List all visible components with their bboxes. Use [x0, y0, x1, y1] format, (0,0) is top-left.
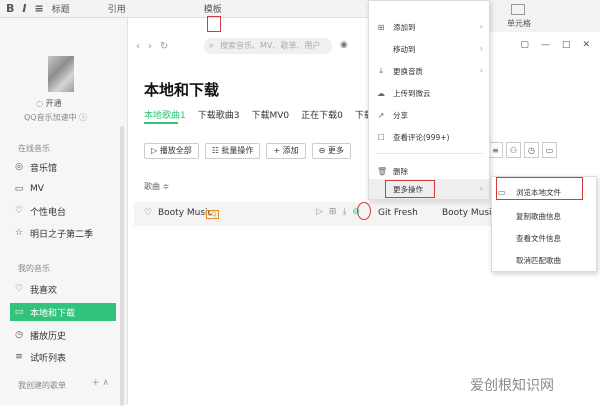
menu-item-move-to[interactable]: 移动到 ›: [369, 39, 489, 59]
play-all-button[interactable]: ▷ 播放全部: [144, 143, 199, 159]
sidebar: ◌ 开通 QQ音乐加速中 ⓘ 在线音乐 ◎ 音乐馆 ▭ MV ♡ 个性电台 ☆ 明日之子…: [0, 18, 128, 406]
cell-style-label[interactable]: 单元格: [507, 18, 531, 29]
tab-local-songs[interactable]: 本地歌曲1: [144, 108, 186, 121]
tab-downloaded-mv[interactable]: 下载MV0: [251, 108, 289, 121]
sidebar-item-music-hall[interactable]: ◎ 音乐馆: [14, 158, 114, 176]
add-button[interactable]: + 添加: [266, 143, 306, 159]
singer-view-icon[interactable]: ⚇: [506, 142, 521, 158]
minimize-icon[interactable]: —: [541, 40, 550, 50]
add-to-icon[interactable]: ⊞: [329, 207, 337, 217]
context-menu: ⊞ 添加到 › 移动到 › ⤓ 更换音质 › ☁ 上传到微云 ↗ 分享 ☐ 查看评论(999+)…: [368, 0, 490, 200]
menu-item-delete[interactable]: 🗑 删除: [369, 161, 489, 181]
music-hall-icon: ◎: [15, 162, 23, 172]
monitor-icon: ▭: [14, 307, 24, 317]
table-row[interactable]: ♡ Booty Music SQ ▷ ⊞ ⤓ ⊖ Git Fresh Booty…: [134, 202, 504, 226]
search-input[interactable]: ⌕ 搜索音乐、MV、歌单、用户: [204, 38, 332, 54]
ribbon-right-panel: 单元格: [488, 0, 600, 32]
song-title[interactable]: Booty Music: [158, 208, 213, 218]
star-icon: ☆: [14, 228, 24, 238]
trash-icon: 🗑: [377, 166, 388, 176]
tab-downloaded-songs[interactable]: 下载歌曲3: [198, 108, 240, 121]
title-style-label[interactable]: 标题: [52, 2, 70, 15]
maximize-icon[interactable]: □: [562, 40, 571, 50]
back-icon[interactable]: ‹: [136, 41, 140, 52]
section-online-music: 在线音乐: [18, 144, 50, 153]
tab-downloading[interactable]: 正在下载0: [301, 108, 343, 121]
submenu-item-file-info[interactable]: 查看文件信息: [492, 227, 596, 249]
heart-icon: ♡: [14, 284, 24, 294]
highlight-box-more-ops: [385, 180, 435, 198]
menu-item-change-quality[interactable]: ⤓ 更换音质 ›: [369, 61, 489, 81]
vip-speed-status[interactable]: QQ音乐加速中 ⓘ: [24, 112, 87, 123]
avatar[interactable]: [48, 56, 74, 92]
cloud-icon: ☁: [377, 88, 385, 98]
menu-divider: [377, 153, 483, 154]
mv-icon: ▭: [14, 184, 24, 194]
song-artist[interactable]: Git Fresh: [378, 208, 418, 218]
quality-badge: SQ: [206, 210, 219, 219]
forward-icon[interactable]: ›: [148, 41, 152, 52]
search-icon: ⌕: [209, 41, 214, 50]
highlight-box-toolbar: [207, 16, 221, 32]
view-toggle: ≡ ⚇ ◷ ▭: [488, 142, 557, 158]
tab-bar: 本地歌曲1 下载歌曲3 下载MV0 正在下载0 下载历: [144, 108, 382, 121]
watermark: 爱创根知识网: [470, 378, 554, 394]
list-icon: ≡: [15, 352, 23, 362]
heart-icon[interactable]: ♡: [144, 208, 152, 218]
cell-style-icon: [511, 4, 525, 15]
align-button[interactable]: ≡: [34, 2, 43, 15]
radio-icon: ♡: [14, 206, 24, 216]
sidebar-item-mv[interactable]: ▭ MV: [14, 180, 114, 198]
more-button[interactable]: ⊖ 更多: [311, 143, 351, 159]
add-to-icon: ⊞: [377, 22, 385, 32]
listen-recognize-icon[interactable]: ◉: [340, 40, 348, 50]
tab-underline: [144, 122, 178, 124]
open-vip-link[interactable]: ◌ 开通: [36, 98, 62, 109]
section-created-playlists: 我创建的歌单: [18, 381, 66, 390]
list-view-icon[interactable]: ≡: [488, 142, 503, 158]
column-header-song[interactable]: 歌曲 ≑: [144, 181, 169, 192]
section-my-music: 我的音乐: [18, 264, 50, 273]
window-controls: ▢ — □ ✕: [520, 40, 590, 50]
download-icon[interactable]: ⤓: [342, 207, 346, 217]
menu-item-share[interactable]: ↗ 分享: [369, 105, 489, 125]
italic-button[interactable]: I: [22, 2, 26, 15]
comment-icon: ☐: [377, 132, 385, 142]
page-title: 本地和下载: [144, 81, 220, 99]
menu-item-add-to[interactable]: ⊞ 添加到 ›: [369, 17, 489, 37]
sidebar-item-local-downloads[interactable]: ▭ 本地和下载: [10, 303, 116, 321]
sidebar-item-listen-list[interactable]: ≡ 试听列表: [14, 348, 114, 366]
menu-item-view-comments[interactable]: ☐ 查看评论(999+): [369, 127, 489, 147]
folder-view-icon[interactable]: ▭: [542, 142, 557, 158]
album-view-icon[interactable]: ◷: [524, 142, 539, 158]
sidebar-item-show[interactable]: ☆ 明日之子第二季: [14, 224, 114, 242]
mini-mode-icon[interactable]: ▢: [520, 40, 529, 50]
add-playlist-icon[interactable]: + ∧: [92, 378, 109, 388]
refresh-icon[interactable]: ↻: [160, 41, 168, 52]
song-album[interactable]: Booty Music: [442, 208, 497, 218]
row-ops: ▷ ⊞ ⤓ ⊖: [316, 207, 360, 217]
clock-icon: ◷: [15, 330, 23, 340]
nav-buttons: ‹ › ↻: [136, 41, 168, 52]
template-label[interactable]: 模板: [204, 2, 222, 15]
submenu-item-unmatch[interactable]: 取消匹配歌曲: [492, 249, 596, 271]
sidebar-item-radio[interactable]: ♡ 个性电台: [14, 202, 114, 220]
download-icon: ⤓: [379, 66, 383, 75]
sidebar-item-favorites[interactable]: ♡ 我喜欢: [14, 280, 114, 298]
action-bar: ▷ 播放全部 ☷ 批量操作 + 添加 ⊖ 更多: [144, 143, 351, 159]
share-icon: ↗: [377, 110, 385, 120]
highlight-box-more-icon: [357, 202, 371, 220]
sidebar-scrollbar[interactable]: [120, 126, 124, 406]
batch-ops-button[interactable]: ☷ 批量操作: [204, 143, 261, 159]
sidebar-item-history[interactable]: ◷ 播放历史: [14, 326, 114, 344]
quote-style-label[interactable]: 引用: [108, 2, 126, 15]
play-icon[interactable]: ▷: [316, 207, 323, 217]
bold-button[interactable]: B: [6, 2, 14, 15]
menu-item-upload-cloud[interactable]: ☁ 上传到微云: [369, 83, 489, 103]
submenu-item-copy-info[interactable]: 复制歌曲信息: [492, 205, 596, 227]
close-icon[interactable]: ✕: [582, 40, 590, 50]
highlight-box-browse-local: [496, 177, 583, 200]
